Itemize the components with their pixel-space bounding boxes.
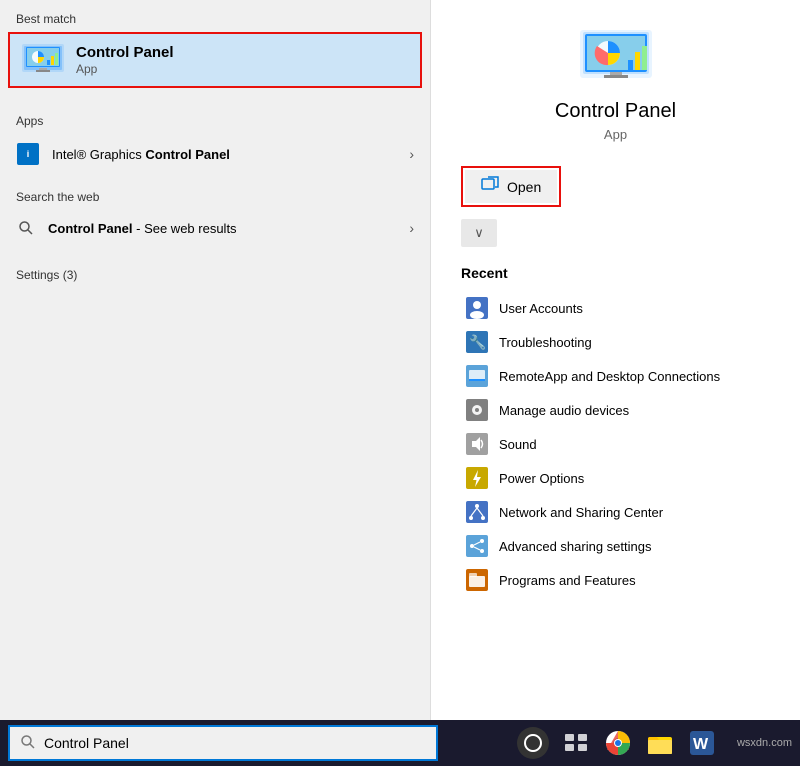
taskbar-taskview-icon[interactable] xyxy=(561,728,591,758)
intel-graphics-item[interactable]: i Intel® Graphics Control Panel › xyxy=(0,134,430,174)
recent-item-sharing[interactable]: Advanced sharing settings xyxy=(461,529,770,563)
taskbar-search-bar[interactable]: Control Panel xyxy=(8,725,438,761)
chevron-down-icon: ∨ xyxy=(474,225,484,241)
recent-item-text: Power Options xyxy=(499,471,584,486)
open-button-wrapper: Open xyxy=(461,166,561,207)
best-match-text: Control Panel App xyxy=(76,44,174,76)
taskbar-word-icon[interactable]: W xyxy=(687,728,717,758)
taskbar-explorer-icon[interactable] xyxy=(645,728,675,758)
programs-icon xyxy=(465,568,489,592)
watermark-text: wsxdn.com xyxy=(737,737,792,749)
search-web-section: Search the web Control Panel - See web r… xyxy=(0,174,430,250)
taskbar-search-text: Control Panel xyxy=(44,735,129,751)
best-match-item[interactable]: Control Panel App xyxy=(8,32,422,88)
search-web-text: Control Panel - See web results xyxy=(48,221,409,236)
search-web-label: Search the web xyxy=(0,178,430,210)
recent-item-sound[interactable]: Sound xyxy=(461,427,770,461)
left-panel: Best match Co xyxy=(0,0,430,720)
recent-item-network[interactable]: Network and Sharing Center xyxy=(461,495,770,529)
recent-item-remoteapp[interactable]: RemoteApp and Desktop Connections xyxy=(461,359,770,393)
recent-item-text: User Accounts xyxy=(499,301,583,316)
right-app-subtitle: App xyxy=(604,127,627,142)
svg-text:W: W xyxy=(693,736,709,753)
taskbar-right-icons: W wsxdn.com xyxy=(517,727,792,759)
troubleshooting-icon: 🔧 xyxy=(465,330,489,354)
recent-item-text: Programs and Features xyxy=(499,573,636,588)
best-match-subtitle: App xyxy=(76,62,174,76)
open-button[interactable]: Open xyxy=(465,170,557,203)
recent-item-programs[interactable]: Programs and Features xyxy=(461,563,770,597)
recent-item-text: Sound xyxy=(499,437,537,452)
user-accounts-icon xyxy=(465,296,489,320)
apps-section: Apps i Intel® Graphics Control Panel › xyxy=(0,96,430,174)
recent-item-troubleshooting[interactable]: 🔧 Troubleshooting xyxy=(461,325,770,359)
intel-arrow-icon: › xyxy=(409,146,414,162)
intel-icon: i xyxy=(16,142,40,166)
recent-item-text: Troubleshooting xyxy=(499,335,592,350)
remoteapp-icon xyxy=(465,364,489,388)
recent-item-text: Manage audio devices xyxy=(499,403,629,418)
recent-item-text: RemoteApp and Desktop Connections xyxy=(499,369,720,384)
open-icon xyxy=(481,176,499,197)
taskbar-search-icon xyxy=(20,734,36,753)
search-web-item[interactable]: Control Panel - See web results › xyxy=(0,210,430,246)
search-web-arrow-icon: › xyxy=(409,220,414,236)
best-match-title: Control Panel xyxy=(76,44,174,61)
network-icon xyxy=(465,500,489,524)
sharing-icon xyxy=(465,534,489,558)
best-match-label: Best match xyxy=(0,0,430,32)
control-panel-icon xyxy=(22,44,64,76)
recent-item-audio[interactable]: Manage audio devices xyxy=(461,393,770,427)
power-icon xyxy=(465,466,489,490)
taskbar-cortana-icon[interactable] xyxy=(517,727,549,759)
taskbar: Control Panel xyxy=(0,720,800,766)
right-app-title: Control Panel xyxy=(555,100,676,123)
recent-label: Recent xyxy=(461,265,508,281)
search-web-bold: Control Panel xyxy=(48,221,133,236)
expand-button[interactable]: ∨ xyxy=(461,219,497,247)
open-label: Open xyxy=(507,179,541,195)
recent-item-user-accounts[interactable]: User Accounts xyxy=(461,291,770,325)
search-web-icon xyxy=(16,218,36,238)
settings-label: Settings (3) xyxy=(0,256,430,288)
intel-item-text: Intel® Graphics Control Panel xyxy=(52,147,409,162)
search-web-suffix: - See web results xyxy=(133,221,237,236)
apps-label: Apps xyxy=(0,102,430,134)
settings-section: Settings (3) xyxy=(0,250,430,294)
recent-item-power[interactable]: Power Options xyxy=(461,461,770,495)
recent-item-text: Network and Sharing Center xyxy=(499,505,663,520)
audio-icon xyxy=(465,398,489,422)
recent-list: User Accounts 🔧 Troubleshooting xyxy=(451,291,780,597)
taskbar-chrome-icon[interactable] xyxy=(603,728,633,758)
sound-icon xyxy=(465,432,489,456)
right-panel: Control Panel App Open ∨ Recent xyxy=(430,0,800,720)
svg-text:🔧: 🔧 xyxy=(469,333,486,351)
right-control-panel-icon xyxy=(580,30,652,86)
recent-item-text: Advanced sharing settings xyxy=(499,539,651,554)
